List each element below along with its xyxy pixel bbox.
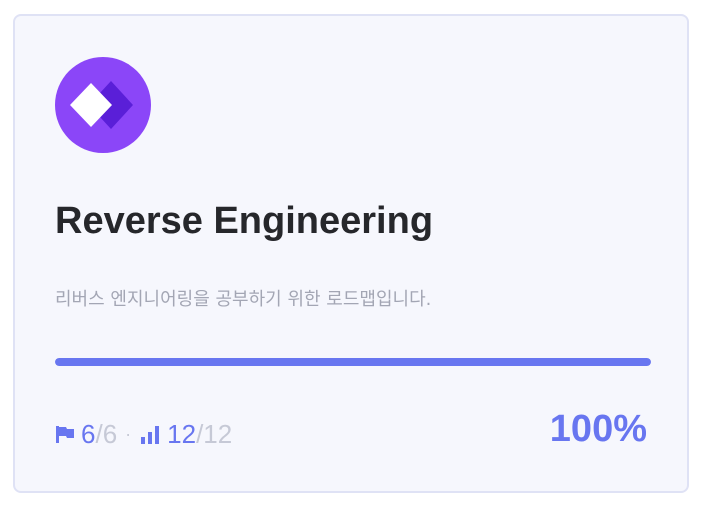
progress-bar [55,358,651,366]
stats-separator: · [125,424,132,444]
progress-bar-fill [55,358,651,366]
flag-icon [55,424,77,444]
completed-sections-count: 6 [81,419,96,449]
total-items-count: /12 [196,419,233,449]
diamond-logo-icon [55,57,151,153]
roadmap-card[interactable]: Reverse Engineering 리버스 엔지니어링을 공부하기 위한 로… [13,14,689,493]
progress-stats: 6 /6 · 12 /12 [55,419,232,449]
card-description: 리버스 엔지니어링을 공부하기 위한 로드맵입니다. [55,289,432,310]
card-title: Reverse Engineering [55,200,434,242]
progress-percent: 100% [549,408,647,450]
bar-chart-icon [139,423,161,445]
completed-items-count: 12 [167,419,197,449]
total-sections-count: /6 [95,419,118,449]
